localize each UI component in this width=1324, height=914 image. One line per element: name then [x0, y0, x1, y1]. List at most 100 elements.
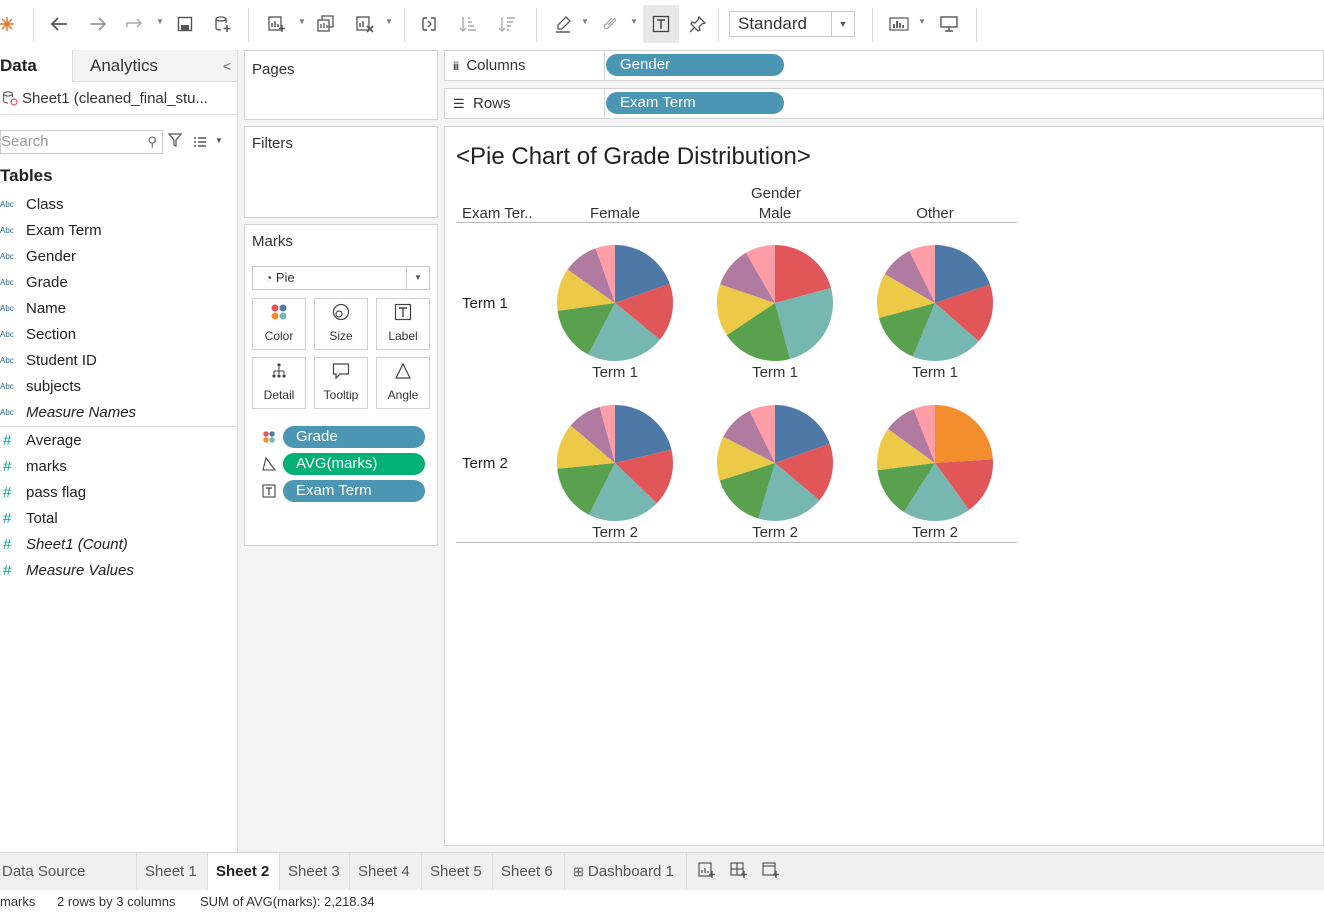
field-name[interactable]: Abc Name: [0, 296, 236, 322]
marks-pill-avg-marks[interactable]: AVG(marks): [283, 453, 425, 475]
chevron-down-icon[interactable]: ▼: [831, 12, 854, 36]
tab-data-source[interactable]: Data Source: [0, 853, 137, 890]
field-measure-values[interactable]: # Measure Values: [0, 558, 236, 584]
columns-shelf[interactable]: iii Columns Gender: [444, 50, 1324, 81]
field-label: Name: [26, 300, 67, 317]
row-header-title[interactable]: Exam Ter..: [462, 205, 533, 222]
field-section[interactable]: Abc Section: [0, 322, 236, 348]
columns-pill-gender[interactable]: Gender: [606, 54, 784, 76]
field-total[interactable]: # Total: [0, 506, 236, 532]
detail-button[interactable]: Detail: [252, 357, 306, 409]
pages-card[interactable]: Pages: [244, 50, 438, 120]
clear-sheet-dropdown-icon[interactable]: ▼: [385, 17, 393, 26]
tab-data[interactable]: Data: [0, 50, 72, 82]
highlight-icon[interactable]: [548, 9, 578, 39]
new-sheet-icon[interactable]: [262, 9, 292, 39]
row-header-term-1[interactable]: Term 1: [462, 295, 508, 312]
duplicate-sheet-icon[interactable]: [311, 9, 341, 39]
chevron-down-icon[interactable]: ▼: [406, 267, 429, 289]
tab-sheet-1[interactable]: Sheet 1: [137, 853, 208, 890]
collapse-pane-icon[interactable]: <: [223, 50, 231, 82]
group-dropdown-icon[interactable]: ▼: [630, 17, 638, 26]
datasource-item[interactable]: Sheet1 (cleaned_final_stu...: [0, 84, 237, 115]
tableau-logo-icon[interactable]: [0, 9, 22, 39]
field-subjects[interactable]: Abc subjects: [0, 374, 236, 400]
field-class[interactable]: Abc Class: [0, 192, 236, 218]
tooltip-button[interactable]: Tooltip: [314, 357, 368, 409]
button-label: Tooltip: [323, 388, 359, 402]
view-toggle-dropdown-icon[interactable]: ▼: [215, 136, 223, 145]
field-pass-flag[interactable]: # pass flag: [0, 480, 236, 506]
size-icon: [315, 303, 367, 329]
filter-icon[interactable]: [167, 132, 183, 152]
new-story-icon[interactable]: [760, 861, 782, 883]
show-labels-icon[interactable]: [643, 5, 679, 43]
replay-icon[interactable]: [120, 9, 150, 39]
marks-pill-exam-term[interactable]: Exam Term: [283, 480, 425, 502]
dimension-type-icon: Abc: [0, 304, 14, 313]
tab-sheet-3[interactable]: Sheet 3: [280, 853, 350, 890]
new-sheet-dropdown-icon[interactable]: ▼: [298, 17, 306, 26]
new-worksheet-icon[interactable]: [696, 861, 718, 883]
rows-pill-exam-term[interactable]: Exam Term: [606, 92, 784, 114]
rows-shelf[interactable]: ☰ Rows Exam Term: [444, 88, 1324, 119]
sort-asc-icon[interactable]: [453, 9, 483, 39]
column-header-other[interactable]: Other: [875, 205, 995, 222]
mark-type-select[interactable]: ◔ Pie ▼: [252, 266, 430, 290]
field-average[interactable]: # Average: [0, 428, 236, 454]
column-header-male[interactable]: Male: [715, 205, 835, 222]
tab-sheet-6[interactable]: Sheet 6: [493, 853, 565, 890]
column-header-female[interactable]: Female: [555, 205, 675, 222]
row-header-term-2[interactable]: Term 2: [462, 455, 508, 472]
field-sheet1-count[interactable]: # Sheet1 (Count): [0, 532, 236, 558]
swap-icon[interactable]: [414, 9, 444, 39]
status-bar: marks 2 rows by 3 columns SUM of AVG(mar…: [0, 890, 1324, 909]
rows-label: ☰ Rows: [453, 95, 511, 112]
toolbar-separator: [536, 8, 537, 42]
tab-sheet-5[interactable]: Sheet 5: [422, 853, 493, 890]
tab-sheet-2[interactable]: Sheet 2: [208, 853, 280, 890]
pie-chart-term-1-other[interactable]: [877, 245, 993, 361]
new-datasource-icon[interactable]: [208, 9, 238, 39]
label-button[interactable]: Label: [376, 298, 430, 350]
clear-sheet-icon[interactable]: [350, 9, 380, 39]
color-button[interactable]: Color: [252, 298, 306, 350]
show-me-icon[interactable]: [884, 9, 914, 39]
field-student-id[interactable]: Abc Student ID: [0, 348, 236, 374]
filters-card[interactable]: Filters: [244, 126, 438, 218]
highlight-dropdown-icon[interactable]: ▼: [581, 17, 589, 26]
pie-chart-term-2-male[interactable]: [717, 405, 833, 521]
tab-analytics[interactable]: Analytics <: [72, 50, 237, 82]
pie-chart-term-2-other[interactable]: [877, 405, 993, 521]
tab-dashboard-1[interactable]: ⊞ Dashboard 1: [565, 853, 687, 890]
field-gender[interactable]: Abc Gender: [0, 244, 236, 270]
field-marks[interactable]: # marks: [0, 454, 236, 480]
field-measure-names[interactable]: Abc Measure Names: [0, 400, 236, 426]
pie-slice[interactable]: [935, 405, 993, 463]
presentation-icon[interactable]: [934, 9, 964, 39]
toolbar: ▼ ▼ ▼ ▼ ▼ Standard ▼ ▼: [0, 0, 1324, 51]
pie-chart-term-2-female[interactable]: [557, 405, 673, 521]
sort-desc-icon[interactable]: [492, 9, 522, 39]
pin-icon[interactable]: [683, 9, 713, 39]
new-dashboard-icon[interactable]: [728, 861, 750, 883]
marks-pill-grade[interactable]: Grade: [283, 426, 425, 448]
size-button[interactable]: Size: [314, 298, 368, 350]
field-grade[interactable]: Abc Grade: [0, 270, 236, 296]
view-toggle-icon[interactable]: [193, 135, 209, 149]
save-icon[interactable]: [170, 9, 200, 39]
show-me-dropdown-icon[interactable]: ▼: [918, 17, 926, 26]
redo-icon[interactable]: [83, 9, 113, 39]
angle-button[interactable]: Angle: [376, 357, 430, 409]
replay-dropdown-icon[interactable]: ▼: [156, 17, 164, 26]
group-icon[interactable]: [594, 9, 624, 39]
field-exam-term[interactable]: Abc Exam Term: [0, 218, 236, 244]
pie-chart-term-1-female[interactable]: [557, 245, 673, 361]
view-size-select[interactable]: Standard ▼: [729, 11, 855, 37]
search-input[interactable]: Search ⚲: [0, 130, 163, 154]
tab-sheet-4[interactable]: Sheet 4: [350, 853, 422, 890]
viz-canvas[interactable]: <Pie Chart of Grade Distribution> Gender…: [444, 126, 1324, 846]
undo-icon[interactable]: [44, 9, 74, 39]
angle-icon: [377, 362, 429, 388]
pie-chart-term-1-male[interactable]: [717, 245, 833, 361]
